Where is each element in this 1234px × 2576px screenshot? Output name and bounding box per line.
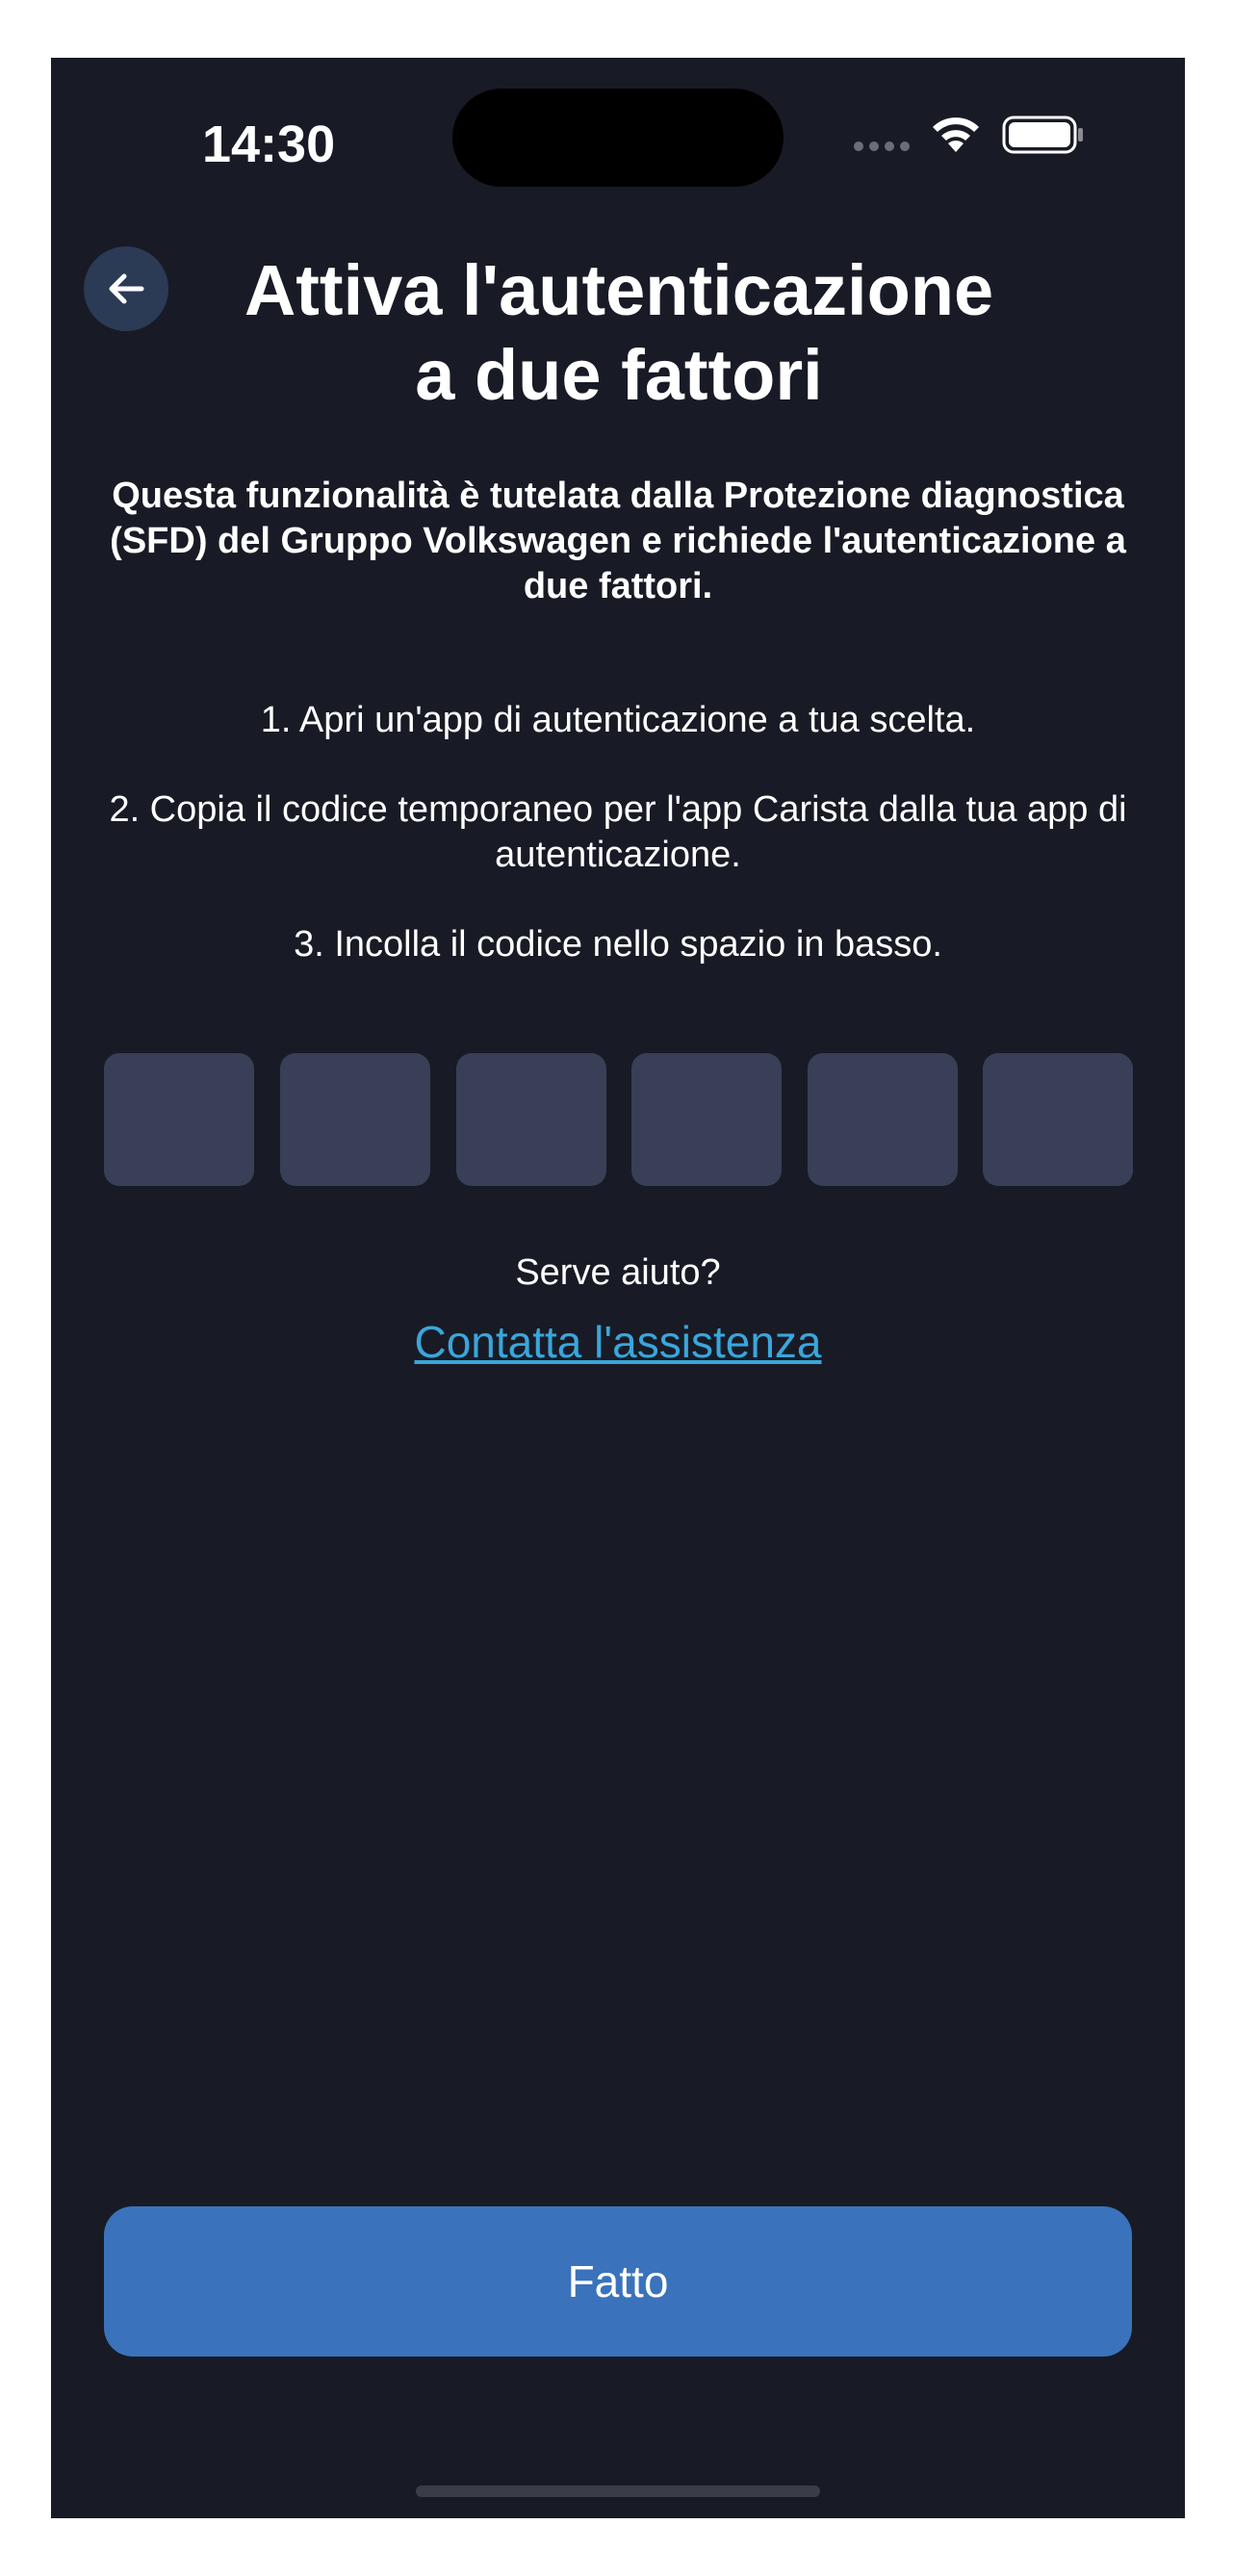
status-time: 14:30 <box>202 116 336 173</box>
instruction-step-1: 1. Apri un'app di autenticazione a tua s… <box>260 700 976 740</box>
code-digit-5[interactable] <box>808 1053 958 1186</box>
instruction-step-3: 3. Incolla il codice nello spazio in bas… <box>294 924 942 965</box>
code-digit-3[interactable] <box>456 1053 606 1186</box>
contact-support-link[interactable]: Contatta l'assistenza <box>340 1313 896 1371</box>
instruction-step-2: 2. Copia il codice temporaneo per l'app … <box>109 789 1127 875</box>
app-screen: 14:30 Attiva l'autenticazione a due fatt… <box>51 58 1185 2518</box>
intro-description: Questa funzionalità è tutelata dalla Pro… <box>110 476 1126 606</box>
page-title: Attiva l'autenticazione a due fattori <box>186 248 1052 418</box>
done-button[interactable]: Fatto <box>104 2206 1132 2357</box>
dynamic-island <box>452 89 784 187</box>
back-button[interactable] <box>84 246 168 331</box>
page-title-line-2: a due fattori <box>415 335 823 415</box>
code-digit-4[interactable] <box>631 1053 782 1186</box>
code-digit-1[interactable] <box>104 1053 254 1186</box>
code-digit-2[interactable] <box>280 1053 430 1186</box>
help-question: Serve aiuto? <box>515 1252 721 1293</box>
page-title-line-1: Attiva l'autenticazione <box>244 250 994 330</box>
wifi-icon <box>933 117 979 152</box>
arrow-left-icon <box>109 273 144 304</box>
battery-icon <box>1002 116 1083 154</box>
cellular-signal-icon <box>854 140 913 153</box>
code-digit-6[interactable] <box>983 1053 1133 1186</box>
home-indicator <box>416 2486 820 2497</box>
